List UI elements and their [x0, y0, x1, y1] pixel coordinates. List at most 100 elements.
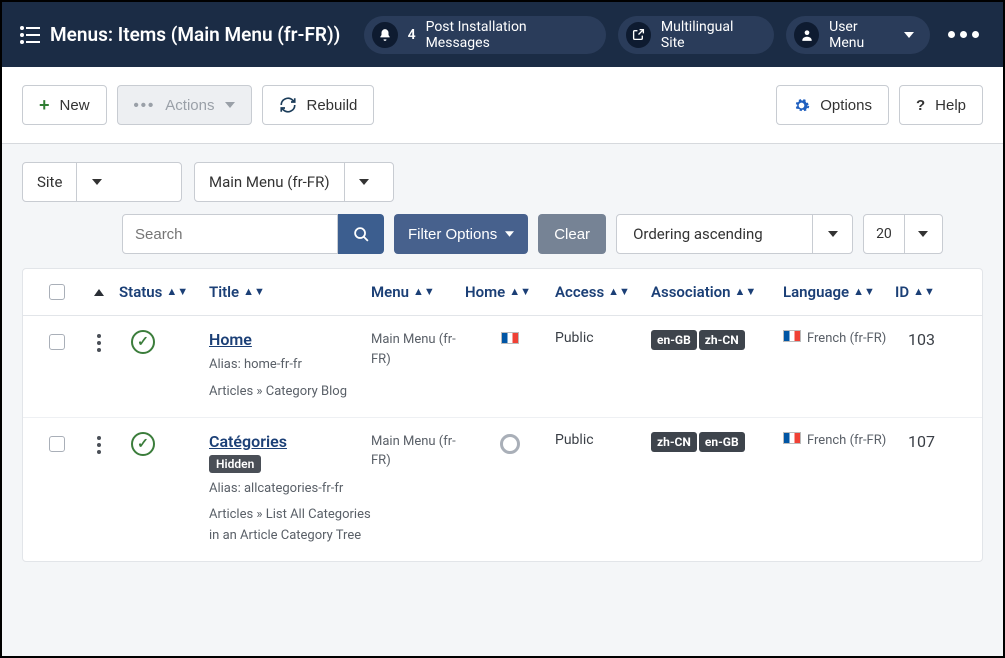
- association-badge[interactable]: en-GB: [651, 330, 697, 350]
- rebuild-button[interactable]: Rebuild: [262, 85, 375, 125]
- row-menu: Main Menu (fr-FR): [371, 432, 465, 471]
- page-title: Menus: Items (Main Menu (fr-FR)): [50, 23, 340, 46]
- new-button[interactable]: + New: [22, 85, 107, 125]
- association-badge[interactable]: zh-CN: [651, 432, 697, 452]
- reload-icon: [279, 96, 297, 114]
- question-icon: ?: [916, 97, 925, 114]
- filter-options-button[interactable]: Filter Options: [394, 214, 528, 254]
- menu-toggle-icon[interactable]: [20, 26, 40, 44]
- chevron-down-icon: [904, 32, 914, 38]
- row-status[interactable]: ✓: [119, 330, 209, 354]
- filter-options-label: Filter Options: [408, 226, 497, 243]
- more-menu-button[interactable]: [942, 31, 985, 38]
- ordering-column-header[interactable]: [79, 289, 119, 296]
- menu-select[interactable]: Main Menu (fr-FR): [194, 162, 394, 202]
- action-toolbar: + New ••• Actions Rebuild Options ? Help: [2, 67, 1003, 144]
- bell-icon: [372, 22, 397, 48]
- content-area: Site Main Menu (fr-FR) Filter Options: [2, 144, 1003, 656]
- status-column-header[interactable]: Status▲▼: [119, 283, 209, 301]
- home-radio[interactable]: [500, 434, 520, 454]
- chevron-down-icon: [904, 215, 942, 253]
- page-size-label: 20: [864, 226, 904, 242]
- client-select-label: Site: [23, 173, 76, 191]
- item-path: Articles » Category Blog: [209, 382, 371, 403]
- page-size-select[interactable]: 20: [863, 214, 943, 254]
- item-path: Articles » List All Categories in an Art…: [209, 505, 371, 547]
- menu-column-header[interactable]: Menu▲▼: [371, 283, 465, 301]
- flag-fr-icon: [783, 432, 801, 444]
- filter-row-selects: Site Main Menu (fr-FR): [22, 162, 983, 202]
- menu-select-label: Main Menu (fr-FR): [195, 173, 344, 191]
- row-status[interactable]: ✓: [119, 432, 209, 456]
- row-order-handle[interactable]: [79, 330, 119, 352]
- external-link-icon: [626, 22, 651, 48]
- post-install-messages-button[interactable]: 4 Post Installation Messages: [364, 16, 605, 54]
- filter-row-search: Filter Options Clear Ordering ascending …: [22, 214, 983, 254]
- published-icon: ✓: [131, 432, 155, 456]
- row-order-handle[interactable]: [79, 432, 119, 454]
- help-button-label: Help: [935, 97, 966, 114]
- row-language: French (fr-FR): [783, 432, 895, 450]
- home-column-header[interactable]: Home▲▼: [465, 283, 555, 301]
- row-access: Public: [555, 432, 651, 448]
- item-title-link[interactable]: Home: [209, 330, 252, 349]
- client-select[interactable]: Site: [22, 162, 182, 202]
- help-button[interactable]: ? Help: [899, 85, 983, 125]
- select-all-checkbox[interactable]: [35, 284, 79, 300]
- row-menu: Main Menu (fr-FR): [371, 330, 465, 369]
- association-column-header[interactable]: Association▲▼: [651, 283, 783, 301]
- chevron-down-icon: [344, 163, 384, 201]
- top-bar: Menus: Items (Main Menu (fr-FR)) 4 Post …: [2, 2, 1003, 67]
- site-link-button[interactable]: Multilingual Site: [618, 16, 774, 54]
- ordering-select[interactable]: Ordering ascending: [616, 214, 853, 254]
- title-column-header[interactable]: Title▲▼: [209, 283, 371, 301]
- row-checkbox[interactable]: [35, 432, 79, 452]
- row-title-cell: Home Alias: home-fr-fr Articles » Catego…: [209, 330, 371, 403]
- options-button[interactable]: Options: [776, 85, 889, 125]
- row-title-cell: Catégories Hidden Alias: allcategories-f…: [209, 432, 371, 547]
- row-associations: en-GBzh-CN: [651, 330, 783, 350]
- site-link-label: Multilingual Site: [661, 19, 758, 51]
- search-input[interactable]: [122, 214, 338, 254]
- association-badge[interactable]: en-GB: [699, 432, 745, 452]
- table-row: ✓ Home Alias: home-fr-fr Articles » Cate…: [23, 316, 982, 418]
- row-home: [465, 432, 555, 458]
- item-alias: Alias: allcategories-fr-fr: [209, 479, 371, 500]
- language-column-header[interactable]: Language▲▼: [783, 283, 895, 301]
- hidden-badge: Hidden: [209, 455, 261, 473]
- row-associations: zh-CNen-GB: [651, 432, 783, 452]
- search-icon: [353, 226, 370, 243]
- chevron-down-icon: [505, 231, 514, 237]
- item-title-link[interactable]: Catégories: [209, 432, 287, 451]
- notification-label: Post Installation Messages: [426, 19, 590, 51]
- rebuild-button-label: Rebuild: [307, 97, 358, 114]
- page-title-group: Menus: Items (Main Menu (fr-FR)): [20, 23, 340, 46]
- actions-button[interactable]: ••• Actions: [117, 85, 252, 125]
- row-checkbox[interactable]: [35, 330, 79, 350]
- options-button-label: Options: [820, 97, 872, 114]
- row-access: Public: [555, 330, 651, 346]
- id-column-header[interactable]: ID▲▼: [895, 283, 935, 301]
- item-alias: Alias: home-fr-fr: [209, 355, 371, 376]
- flag-fr-icon[interactable]: [501, 332, 519, 344]
- access-column-header[interactable]: Access▲▼: [555, 283, 651, 301]
- chevron-down-icon: [812, 215, 852, 253]
- user-menu-label: User Menu: [829, 19, 894, 51]
- user-menu-button[interactable]: User Menu: [786, 16, 930, 54]
- search-group: [122, 214, 384, 254]
- clear-button[interactable]: Clear: [538, 214, 606, 254]
- table-header: Status▲▼ Title▲▼ Menu▲▼ Home▲▼ Access▲▼ …: [23, 269, 982, 316]
- table-row: ✓ Catégories Hidden Alias: allcategories…: [23, 418, 982, 561]
- row-language: French (fr-FR): [783, 330, 895, 348]
- plus-icon: +: [39, 95, 50, 116]
- ordering-select-label: Ordering ascending: [617, 225, 812, 243]
- row-id: 107: [895, 432, 935, 451]
- gear-icon: [793, 97, 810, 114]
- row-id: 103: [895, 330, 935, 349]
- chevron-down-icon: [225, 102, 235, 108]
- row-home: [465, 330, 555, 346]
- search-button[interactable]: [338, 214, 384, 254]
- chevron-down-icon: [76, 163, 116, 201]
- association-badge[interactable]: zh-CN: [699, 330, 745, 350]
- actions-button-label: Actions: [165, 97, 214, 114]
